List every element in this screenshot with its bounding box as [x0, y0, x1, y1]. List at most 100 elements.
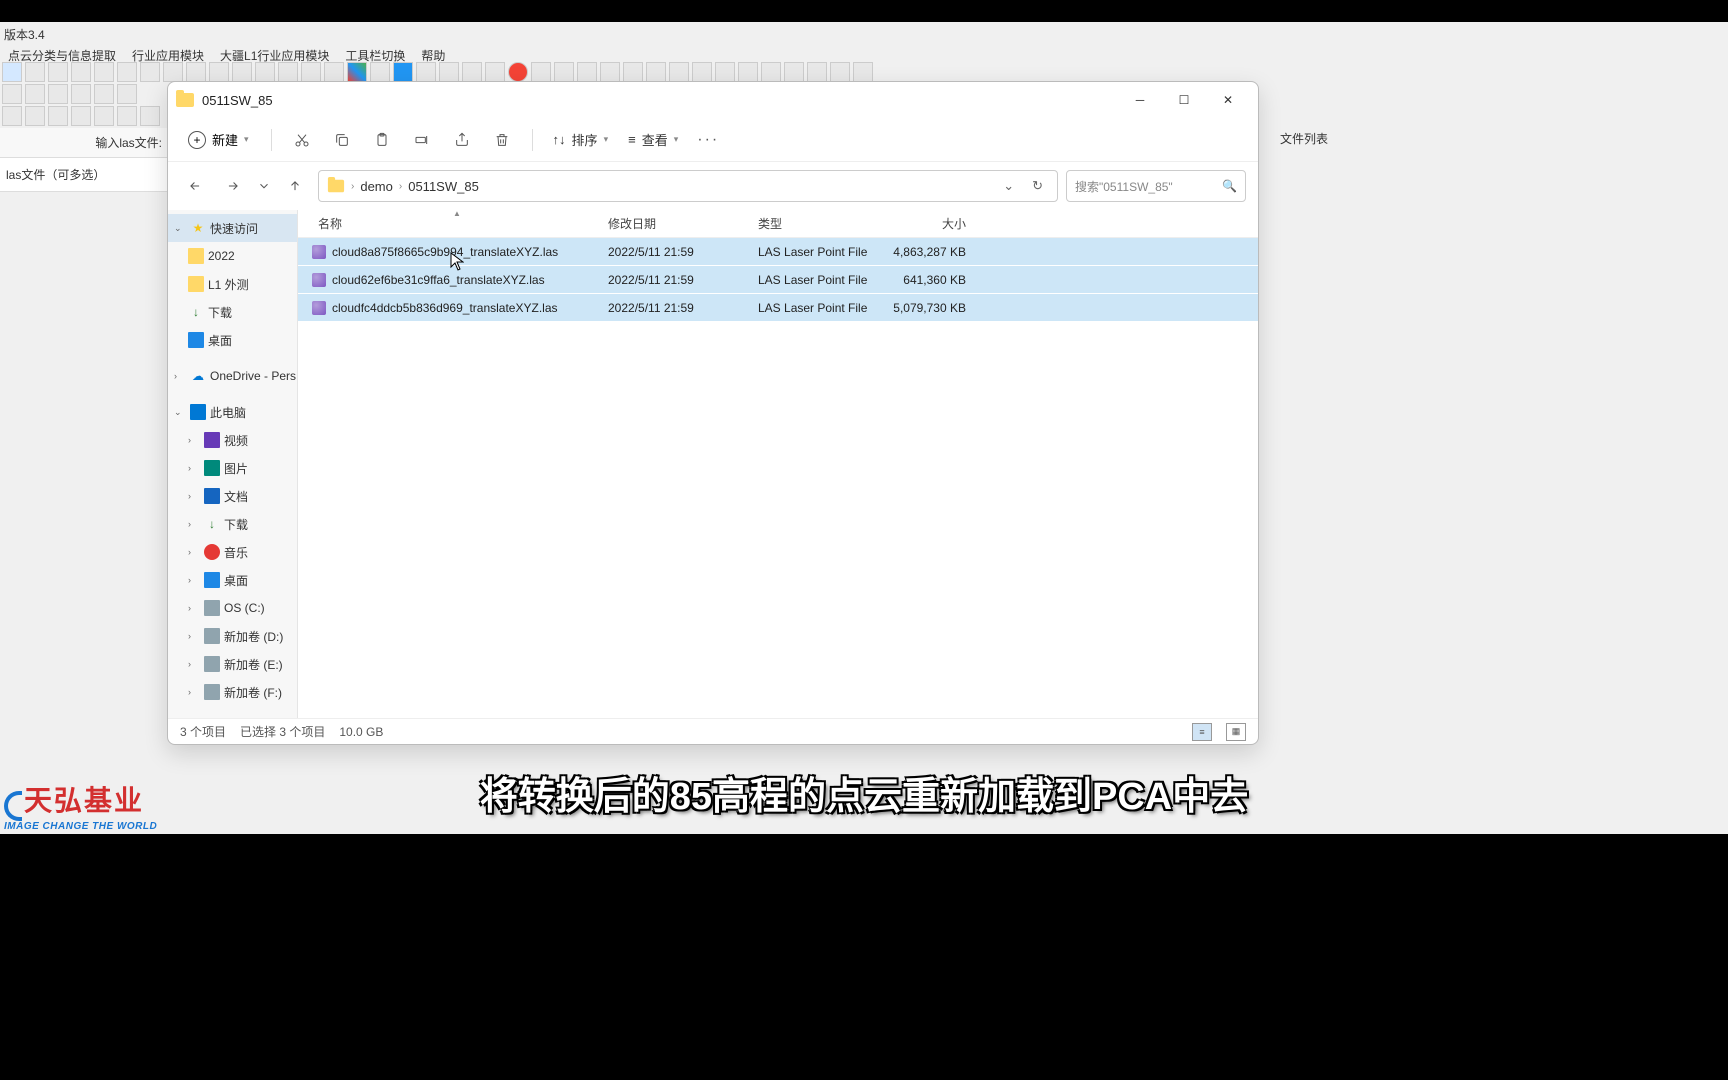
tb-icon[interactable]: [301, 62, 321, 82]
search-input[interactable]: 搜索"0511SW_85" 🔍: [1066, 170, 1246, 202]
cut-button[interactable]: [284, 124, 320, 156]
back-button[interactable]: [180, 171, 210, 201]
tb-icon[interactable]: [48, 106, 68, 126]
column-size[interactable]: 大小: [880, 215, 978, 232]
tb-icon[interactable]: [347, 62, 367, 82]
tb-icon[interactable]: [278, 62, 298, 82]
tb-icon[interactable]: [508, 62, 528, 82]
close-button[interactable]: ✕: [1206, 85, 1250, 115]
nav-downloads2[interactable]: ›↓下载: [168, 510, 297, 538]
tb-icon[interactable]: [370, 62, 390, 82]
details-view-button[interactable]: ≡: [1192, 723, 1212, 741]
file-row[interactable]: cloud62ef6be31c9ffa6_translateXYZ.las 20…: [298, 266, 1258, 294]
tb-icon[interactable]: [393, 62, 413, 82]
nav-downloads[interactable]: ↓下载: [168, 298, 297, 326]
paste-button[interactable]: [364, 124, 400, 156]
nav-drive-d[interactable]: ›新加卷 (D:): [168, 622, 297, 650]
tb-icon[interactable]: [163, 62, 183, 82]
column-date[interactable]: 修改日期: [608, 215, 758, 232]
tb-icon[interactable]: [209, 62, 229, 82]
thumbnails-view-button[interactable]: ▦: [1226, 723, 1246, 741]
nav-thispc[interactable]: ⌄此电脑: [168, 398, 297, 426]
new-button[interactable]: + 新建 ▾: [178, 126, 259, 153]
nav-l1[interactable]: L1 外测: [168, 270, 297, 298]
tb-icon[interactable]: [25, 106, 45, 126]
nav-drive-e[interactable]: ›新加卷 (E:): [168, 650, 297, 678]
tb-icon[interactable]: [485, 62, 505, 82]
tb-icon[interactable]: [439, 62, 459, 82]
breadcrumb-demo[interactable]: demo: [360, 179, 393, 194]
address-bar[interactable]: › demo › 0511SW_85 ⌄ ↻: [318, 170, 1058, 202]
tb-icon[interactable]: [255, 62, 275, 82]
nav-onedrive[interactable]: ›☁OneDrive - Pers: [168, 362, 297, 390]
tb-icon[interactable]: [94, 106, 114, 126]
tb-icon[interactable]: [462, 62, 482, 82]
minimize-button[interactable]: ─: [1118, 85, 1162, 115]
share-button[interactable]: [444, 124, 480, 156]
tb-icon[interactable]: [2, 84, 22, 104]
tb-icon[interactable]: [830, 62, 850, 82]
tb-icon[interactable]: [71, 84, 91, 104]
tb-icon[interactable]: [94, 84, 114, 104]
forward-button[interactable]: [218, 171, 248, 201]
tb-icon[interactable]: [807, 62, 827, 82]
nav-quick-access[interactable]: ⌄★快速访问: [168, 214, 297, 242]
file-row[interactable]: cloudfc4ddcb5b836d969_translateXYZ.las 2…: [298, 294, 1258, 322]
tb-icon[interactable]: [715, 62, 735, 82]
input-las-field[interactable]: las文件（可多选）: [0, 158, 168, 192]
tb-icon[interactable]: [784, 62, 804, 82]
tb-icon[interactable]: [25, 84, 45, 104]
tb-icon[interactable]: [117, 62, 137, 82]
tb-icon[interactable]: [94, 62, 114, 82]
tb-icon[interactable]: [48, 84, 68, 104]
tb-icon[interactable]: [669, 62, 689, 82]
breadcrumb-folder[interactable]: 0511SW_85: [408, 179, 479, 194]
rename-button[interactable]: [404, 124, 440, 156]
tb-icon[interactable]: [853, 62, 873, 82]
nav-documents[interactable]: ›文档: [168, 482, 297, 510]
nav-pictures[interactable]: ›图片: [168, 454, 297, 482]
column-type[interactable]: 类型: [758, 215, 880, 232]
explorer-titlebar[interactable]: 0511SW_85 ─ ☐ ✕: [168, 82, 1258, 118]
tb-icon[interactable]: [140, 106, 160, 126]
tb-icon[interactable]: [2, 106, 22, 126]
view-button[interactable]: ≡ 查看 ▾: [620, 126, 686, 153]
tb-icon[interactable]: [600, 62, 620, 82]
tb-icon[interactable]: [232, 62, 252, 82]
column-name[interactable]: ▲名称: [298, 215, 608, 232]
refresh-button[interactable]: ↻: [1026, 178, 1049, 194]
copy-button[interactable]: [324, 124, 360, 156]
tb-icon[interactable]: [71, 62, 91, 82]
tb-icon[interactable]: [761, 62, 781, 82]
nav-drive-f[interactable]: ›新加卷 (F:): [168, 678, 297, 706]
tb-icon[interactable]: [186, 62, 206, 82]
tb-icon[interactable]: [117, 106, 137, 126]
up-button[interactable]: [280, 171, 310, 201]
tb-icon[interactable]: [646, 62, 666, 82]
tb-icon[interactable]: [71, 106, 91, 126]
tb-icon[interactable]: [577, 62, 597, 82]
nav-desktop[interactable]: 桌面: [168, 326, 297, 354]
tb-icon[interactable]: [48, 62, 68, 82]
nav-videos[interactable]: ›视频: [168, 426, 297, 454]
tb-icon[interactable]: [416, 62, 436, 82]
maximize-button[interactable]: ☐: [1162, 85, 1206, 115]
recent-dropdown[interactable]: [256, 171, 272, 201]
delete-button[interactable]: [484, 124, 520, 156]
tb-icon[interactable]: [25, 62, 45, 82]
tb-icon[interactable]: [738, 62, 758, 82]
sort-button[interactable]: ↑↓ 排序 ▾: [545, 126, 617, 153]
tb-icon[interactable]: [692, 62, 712, 82]
tb-icon[interactable]: [140, 62, 160, 82]
nav-desktop2[interactable]: ›桌面: [168, 566, 297, 594]
navigation-pane[interactable]: ⌄★快速访问 2022 L1 外测 ↓下载 桌面 ›☁OneDrive - Pe…: [168, 210, 298, 718]
file-row[interactable]: cloud8a875f8665c9b994_translateXYZ.las 2…: [298, 238, 1258, 266]
tb-icon[interactable]: [324, 62, 344, 82]
more-button[interactable]: ···: [690, 124, 726, 156]
tb-icon[interactable]: [531, 62, 551, 82]
nav-2022[interactable]: 2022: [168, 242, 297, 270]
nav-music[interactable]: ›音乐: [168, 538, 297, 566]
chevron-down-icon[interactable]: ⌄: [997, 178, 1020, 194]
tb-icon[interactable]: [2, 62, 22, 82]
nav-drive-c[interactable]: ›OS (C:): [168, 594, 297, 622]
